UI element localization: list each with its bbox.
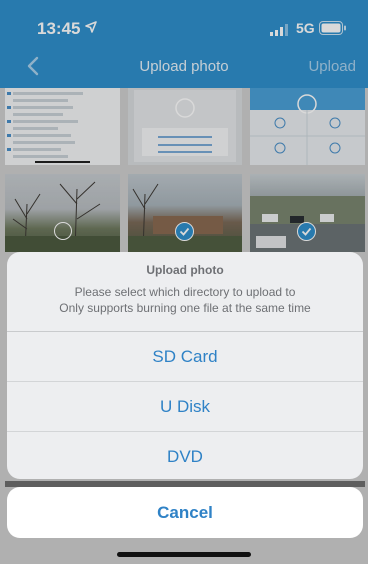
option-u-disk[interactable]: U Disk (7, 381, 363, 431)
action-sheet: Upload photo Please select which directo… (7, 252, 363, 479)
action-sheet-message: Please select which directory to upload … (7, 284, 363, 316)
action-sheet-header: Upload photo Please select which directo… (7, 252, 363, 332)
option-dvd[interactable]: DVD (7, 431, 363, 479)
action-sheet-message-line: Please select which directory to upload … (74, 285, 296, 299)
option-sd-card[interactable]: SD Card (7, 332, 363, 381)
action-sheet-message-line: Only supports burning one file at the sa… (59, 301, 311, 315)
action-sheet-title: Upload photo (146, 263, 224, 277)
home-indicator[interactable] (117, 552, 251, 557)
cancel-button[interactable]: Cancel (7, 487, 363, 538)
